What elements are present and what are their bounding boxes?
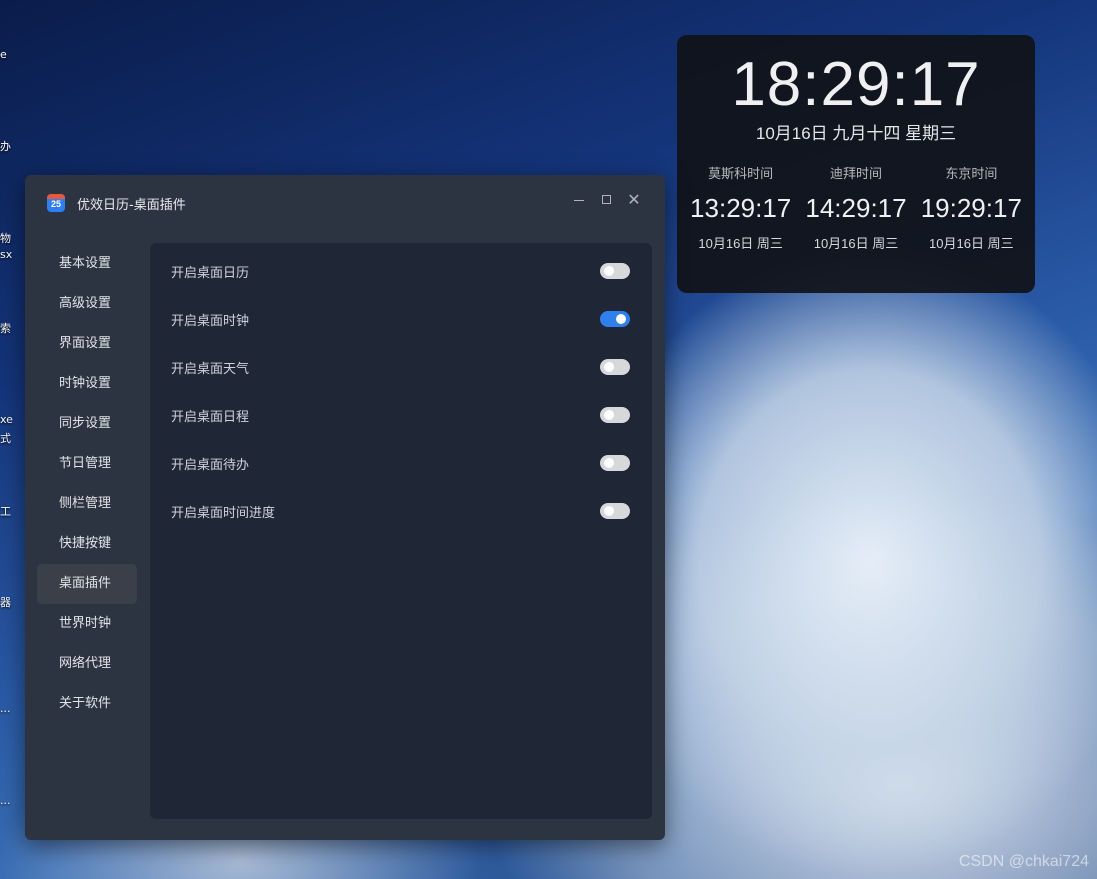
minimize-button[interactable] <box>570 191 588 209</box>
setting-row-desktop-clock: 开启桌面时钟 <box>150 295 652 343</box>
sidebar-item-world-clock[interactable]: 世界时钟 <box>37 604 137 644</box>
zone-date: 10月16日 周三 <box>813 236 899 251</box>
zone-date: 10月16日 周三 <box>698 236 783 251</box>
desktop-icon-label[interactable]: e <box>0 48 16 61</box>
setting-label: 开启桌面日程 <box>171 410 250 425</box>
desktop-icon-label[interactable]: 物 <box>0 230 16 246</box>
zone-name: 莫斯科时间 <box>708 166 774 181</box>
toggle-desktop-calendar[interactable] <box>600 263 630 279</box>
setting-row-desktop-calendar: 开启桌面日历 <box>150 247 652 295</box>
setting-row-desktop-schedule: 开启桌面日程 <box>150 391 652 439</box>
sidebar-item-holiday-management[interactable]: 节日管理 <box>37 444 137 484</box>
desktop-icon-label[interactable]: ... <box>0 794 16 807</box>
toggle-desktop-todo[interactable] <box>600 455 630 471</box>
title-bar[interactable]: 25 优效日历-桌面插件 ✕ <box>25 175 665 231</box>
zone-name: 东京时间 <box>945 166 998 181</box>
world-clock-zone: 莫斯科时间 13:29:17 10月16日 周三 <box>683 163 798 252</box>
zone-time: 19:29:17 <box>920 193 1022 223</box>
clock-main-time: 18:29:17 <box>731 50 981 119</box>
desktop-icon-label[interactable]: xe <box>0 413 16 426</box>
settings-window: 25 优效日历-桌面插件 ✕ 基本设置 高级设置 界面设置 时钟设置 同步设置 … <box>25 175 665 840</box>
toggle-desktop-weather[interactable] <box>600 359 630 375</box>
settings-panel: 开启桌面日历 开启桌面时钟 开启桌面天气 开启桌面日程 开启桌面待办 开启桌面时… <box>150 243 652 819</box>
setting-row-desktop-weather: 开启桌面天气 <box>150 343 652 391</box>
setting-label: 开启桌面日历 <box>171 266 250 281</box>
desktop-icon-label[interactable]: 办 <box>0 138 16 154</box>
sidebar-item-clock-settings[interactable]: 时钟设置 <box>37 364 137 404</box>
toggle-desktop-clock[interactable] <box>600 311 630 327</box>
sidebar-item-advanced-settings[interactable]: 高级设置 <box>37 284 137 324</box>
desktop-icon-label[interactable]: 式 <box>0 430 16 446</box>
sidebar-item-about[interactable]: 关于软件 <box>37 684 137 724</box>
toggle-desktop-time-progress[interactable] <box>600 503 630 519</box>
sidebar-item-hotkeys[interactable]: 快捷按键 <box>37 524 137 564</box>
clock-main-date: 10月16日 九月十四 星期三 <box>755 124 957 143</box>
minimize-icon <box>574 200 584 201</box>
sidebar-item-sync-settings[interactable]: 同步设置 <box>37 404 137 444</box>
setting-row-desktop-time-progress: 开启桌面时间进度 <box>150 487 652 535</box>
zone-time: 13:29:17 <box>690 193 792 223</box>
setting-label: 开启桌面天气 <box>171 362 250 377</box>
desktop-icon-label[interactable]: 器 <box>0 594 16 610</box>
desktop-icon-label[interactable]: 索 <box>0 320 16 336</box>
zone-time: 14:29:17 <box>805 193 907 223</box>
app-icon-day: 25 <box>50 199 61 209</box>
world-clock-zones: 莫斯科时间 13:29:17 10月16日 周三 迪拜时间 14:29:17 1… <box>683 163 1029 252</box>
toggle-desktop-schedule[interactable] <box>600 407 630 423</box>
desktop-icon-labels: e 办 物 sx 索 xe 式 工 器 ... ... <box>0 0 20 879</box>
desktop-icon-label[interactable]: 工 <box>0 503 16 519</box>
settings-sidebar: 基本设置 高级设置 界面设置 时钟设置 同步设置 节日管理 侧栏管理 快捷按键 … <box>37 244 137 724</box>
window-title: 优效日历-桌面插件 <box>77 198 186 213</box>
sidebar-item-interface-settings[interactable]: 界面设置 <box>37 324 137 364</box>
sidebar-item-basic-settings[interactable]: 基本设置 <box>37 244 137 284</box>
sidebar-item-desktop-plugins[interactable]: 桌面插件 <box>37 564 137 604</box>
sidebar-item-sidebar-management[interactable]: 侧栏管理 <box>37 484 137 524</box>
close-button[interactable]: ✕ <box>625 191 643 209</box>
setting-label: 开启桌面待办 <box>171 458 250 473</box>
watermark: CSDN @chkai724 <box>958 853 1089 870</box>
setting-label: 开启桌面时间进度 <box>171 506 276 521</box>
setting-row-desktop-todo: 开启桌面待办 <box>150 439 652 487</box>
desktop-icon-label[interactable]: ... <box>0 702 16 715</box>
setting-label: 开启桌面时钟 <box>171 314 250 329</box>
maximize-button[interactable] <box>597 191 615 209</box>
sidebar-item-network-proxy[interactable]: 网络代理 <box>37 644 137 684</box>
world-clock-zone: 迪拜时间 14:29:17 10月16日 周三 <box>798 163 913 252</box>
zone-date: 10月16日 周三 <box>929 236 1014 251</box>
calendar-app-icon: 25 <box>47 194 65 212</box>
world-clock-zone: 东京时间 19:29:17 10月16日 周三 <box>914 163 1029 252</box>
maximize-icon <box>601 195 611 204</box>
desktop-icon-label[interactable]: sx <box>0 248 16 261</box>
zone-name: 迪拜时间 <box>829 166 882 181</box>
close-icon: ✕ <box>627 190 641 209</box>
desktop-clock-widget[interactable]: 18:29:17 10月16日 九月十四 星期三 莫斯科时间 13:29:17 … <box>677 35 1035 293</box>
